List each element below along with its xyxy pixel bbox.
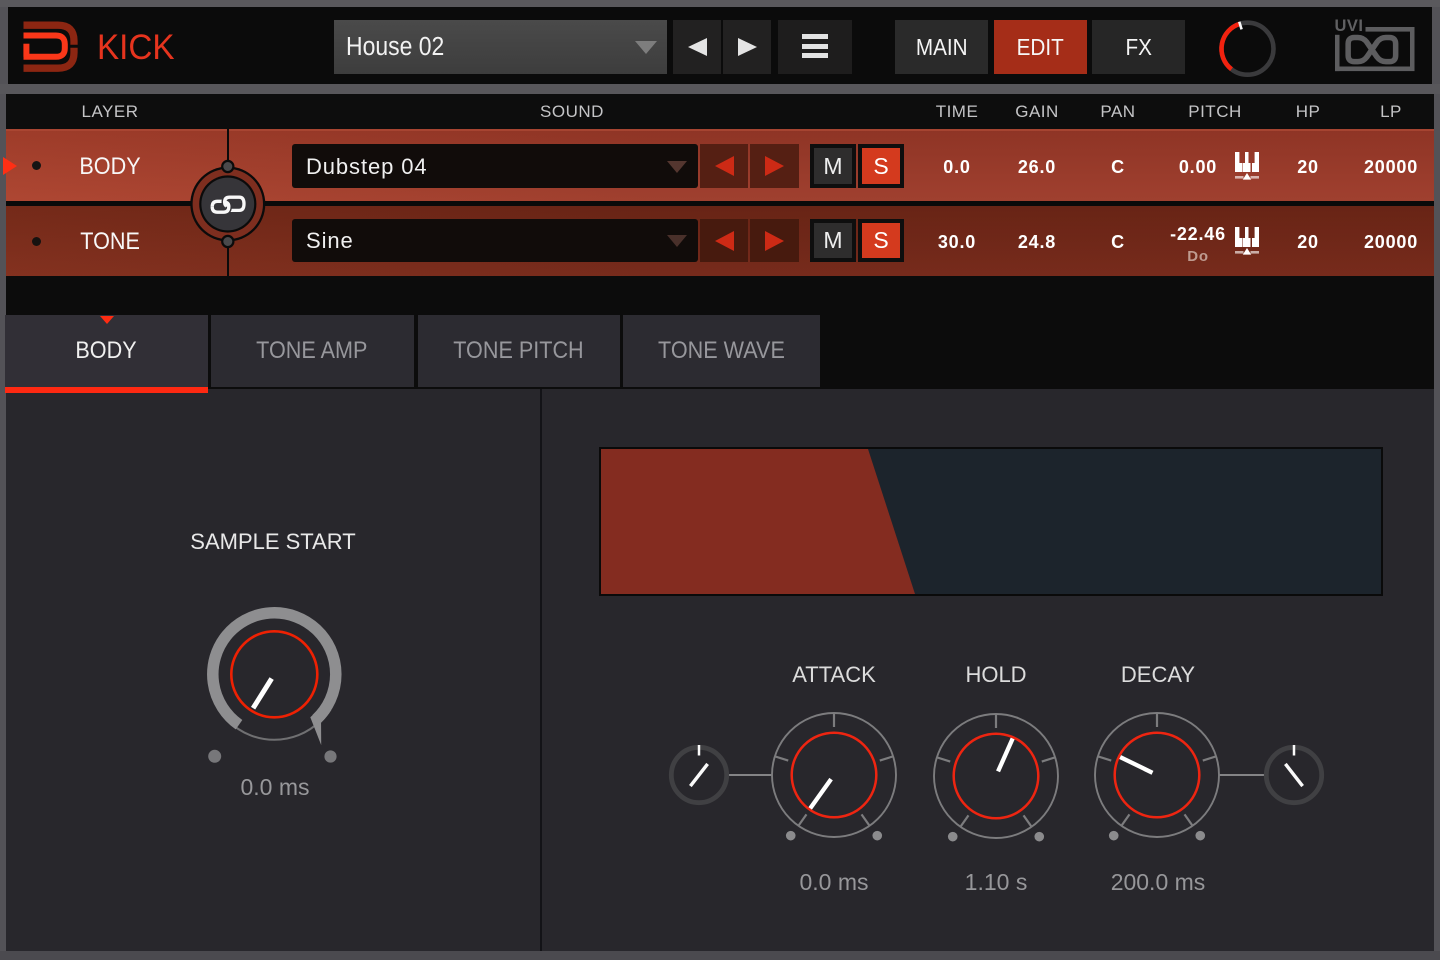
svg-text:UVI: UVI xyxy=(1335,17,1364,35)
